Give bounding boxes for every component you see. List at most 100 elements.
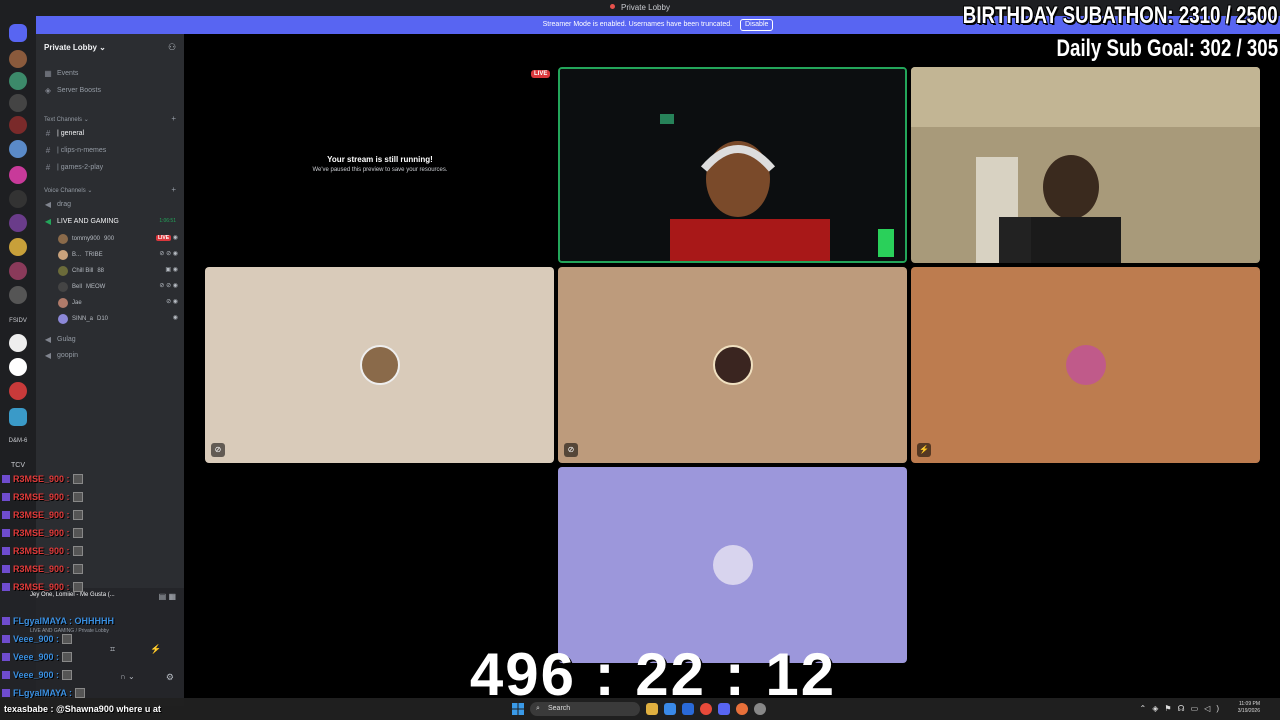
paused-title: Your stream is still running! (327, 155, 433, 164)
app-icon[interactable] (682, 703, 694, 715)
taskbar-search-box[interactable]: ⌕ Search (530, 702, 640, 716)
webcam-feed (911, 67, 1260, 263)
emote-icon (72, 528, 83, 538)
voice-user[interactable]: Jae (58, 298, 82, 308)
chat-message: FLgyalMAYA : OHHHHH (2, 616, 114, 626)
file-explorer-icon[interactable] (646, 703, 658, 715)
channel-clips-n-memes[interactable]: # | clips-n-memes (44, 146, 107, 155)
app-icon[interactable] (736, 703, 748, 715)
server-name[interactable]: Private Lobby ⌄ (44, 43, 106, 52)
channel-general[interactable]: # | general (44, 129, 84, 138)
chat-message: R3MSE_900 : (2, 528, 83, 538)
avatar (58, 234, 68, 244)
server-icon[interactable] (9, 286, 27, 304)
deafened-icon: ⚡ (917, 443, 931, 457)
events-item[interactable]: ▦ Events (44, 69, 78, 78)
add-member-icon[interactable]: ⚇ (168, 42, 178, 52)
server-icon[interactable] (9, 358, 27, 376)
voice-user[interactable]: SINN_a D10 (58, 314, 108, 324)
avatar (1065, 345, 1106, 385)
server-icon[interactable] (9, 166, 27, 184)
twitch-icon (2, 565, 10, 573)
video-tile-participant[interactable] (558, 467, 907, 663)
speaker-icon: ◀ (44, 217, 52, 226)
voice-user-status: ◉ (172, 315, 178, 321)
calendar-icon: ▦ (44, 69, 52, 78)
hash-icon: # (45, 129, 51, 138)
voice-channel-drag[interactable]: ◀ drag (44, 200, 71, 209)
speaker-icon: ◀ (44, 335, 52, 344)
server-icon[interactable] (9, 408, 27, 426)
voice-user[interactable]: B... TRIBE (58, 250, 103, 260)
server-icon[interactable] (9, 140, 27, 158)
taskbar-clock[interactable]: 11:09 PM 3/19/2026 (1238, 701, 1260, 715)
muted-mic-icon: ⊘ (564, 443, 578, 457)
muted-mic-icon: ⊘ (211, 443, 225, 457)
server-icon[interactable] (9, 334, 27, 352)
voice-user-status: ⊘ ⊘ ◉ (159, 251, 178, 257)
chrome-icon[interactable] (700, 703, 712, 715)
channel-games-2-play[interactable]: # | games-2-play (44, 163, 103, 172)
text-channels-category[interactable]: Text Channels ⌄ (44, 116, 89, 123)
avatar (58, 266, 68, 276)
activity-icons[interactable]: ▤ ▦ (159, 592, 176, 601)
chat-message-bottom: texasbabe : @Shawna900 where u at (4, 704, 161, 714)
paused-subtitle: We've paused this preview to save your r… (312, 167, 448, 173)
emote-icon (72, 582, 83, 592)
server-icon[interactable] (9, 50, 27, 68)
avatar (359, 345, 400, 385)
voice-user[interactable]: Bell MEOW (58, 282, 105, 292)
chat-message: R3MSE_900 : (2, 510, 83, 520)
video-tile-webcam-streamer[interactable] (558, 67, 907, 263)
voice-user[interactable]: tommy900 900 (58, 234, 114, 244)
app-icon[interactable] (664, 703, 676, 715)
disable-streamer-mode-button[interactable]: Disable (740, 19, 774, 31)
add-text-channel-icon[interactable]: + (171, 114, 176, 123)
emote-icon (72, 474, 83, 484)
windows-start-icon[interactable] (512, 703, 524, 715)
server-icon[interactable] (9, 190, 27, 208)
chat-message: R3MSE_900 : (2, 582, 83, 592)
system-tray-icons[interactable]: ⌃◈⚑☊▭◁) (1139, 704, 1225, 713)
streamer-mode-text: Streamer Mode is enabled. Usernames have… (542, 21, 733, 28)
server-icon[interactable] (9, 116, 27, 134)
emote-icon (72, 564, 83, 574)
voice-user-status: LIVE ◉ (155, 235, 178, 241)
video-tile-participant[interactable]: ⊘ (558, 267, 907, 463)
obs-icon[interactable] (754, 703, 766, 715)
discord-icon[interactable] (718, 703, 730, 715)
search-icon: ⌕ (536, 705, 540, 712)
avatar (712, 345, 753, 385)
voice-channels-category[interactable]: Voice Channels ⌄ (44, 187, 92, 194)
daily-sub-goal: Daily Sub Goal: 302 / 305 (1056, 35, 1278, 62)
add-voice-channel-icon[interactable]: + (171, 185, 176, 194)
chat-message: R3MSE_900 : (2, 474, 83, 484)
emote-icon (72, 492, 83, 502)
server-icon[interactable] (9, 382, 27, 400)
server-boosts-item[interactable]: ◈ Server Boosts (44, 86, 101, 95)
voice-user-status: ⊘ ⊘ ◉ (159, 283, 178, 289)
emote-icon (72, 546, 83, 556)
voice-channel-live-and-gaming[interactable]: ◀ LIVE AND GAMING (44, 217, 119, 226)
server-folder-label: TCV (11, 462, 25, 469)
voice-channel-gulag[interactable]: ◀ Gulag (44, 335, 76, 344)
server-icon[interactable] (9, 214, 27, 232)
avatar (58, 298, 68, 308)
avatar (58, 282, 68, 292)
avatar (712, 545, 753, 585)
video-tile-webcam-guest[interactable] (911, 67, 1260, 263)
server-icon[interactable] (9, 72, 27, 90)
video-tile-participant[interactable]: ⚡ (911, 267, 1260, 463)
boost-icon: ◈ (44, 86, 52, 95)
voice-channel-goopin[interactable]: ◀ goopin (44, 351, 78, 360)
voice-user[interactable]: Chill Bill 88 (58, 266, 104, 276)
server-icon[interactable] (9, 94, 27, 112)
taskbar: ⌕ Search ⌃◈⚑☊▭◁) 11:09 PM 3/19/2026 (0, 698, 1280, 720)
video-tile-participant[interactable]: ⊘ (205, 267, 554, 463)
chat-message: R3MSE_900 : (2, 492, 83, 502)
avatar (58, 314, 68, 324)
hash-icon: # (45, 163, 51, 172)
direct-messages-icon[interactable] (9, 24, 27, 42)
server-icon[interactable] (9, 262, 27, 280)
server-icon[interactable] (9, 238, 27, 256)
